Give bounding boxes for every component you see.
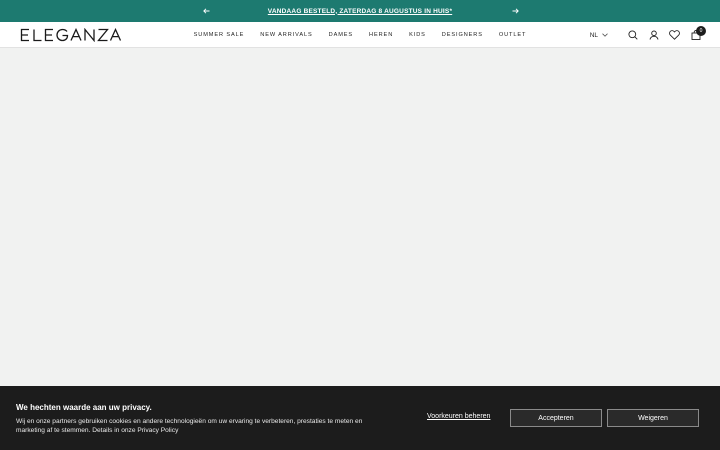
- cookie-title: We hechten waarde aan uw privacy.: [16, 403, 152, 412]
- nav-dames[interactable]: DAMES: [321, 32, 361, 38]
- language-selector[interactable]: NL: [590, 32, 608, 39]
- arrow-right-icon: [512, 8, 519, 14]
- announcement-prev-button[interactable]: [198, 0, 214, 22]
- arrow-left-icon: [202, 8, 209, 14]
- reject-cookies-button[interactable]: Weigeren: [607, 409, 699, 427]
- cart-count-badge: 0: [696, 26, 706, 36]
- announcement-message[interactable]: VANDAAG BESTELD, ZATERDAG 8 AUGUSTUS IN …: [268, 8, 452, 15]
- account-icon: [649, 30, 658, 40]
- language-label: NL: [589, 31, 598, 39]
- nav-outlet[interactable]: OUTLET: [491, 32, 534, 38]
- nav-heren[interactable]: HEREN: [361, 32, 401, 38]
- manage-preferences-link[interactable]: Voorkeuren beheren: [427, 413, 490, 420]
- wishlist-icon: [669, 30, 680, 40]
- nav-new-arrivals[interactable]: NEW ARRIVALS: [252, 32, 320, 38]
- wishlist-button[interactable]: [664, 22, 685, 48]
- cookie-text: Wij en onze partners gebruiken cookies e…: [16, 417, 386, 435]
- announcement-next-button[interactable]: [507, 0, 523, 22]
- cookie-banner: We hechten waarde aan uw privacy. Wij en…: [0, 386, 720, 450]
- chevron-down-icon: [602, 33, 608, 37]
- search-icon: [627, 30, 638, 40]
- nav-summer-sale[interactable]: SUMMER SALE: [186, 32, 253, 38]
- announcement-bar: VANDAAG BESTELD, ZATERDAG 8 AUGUSTUS IN …: [0, 0, 720, 22]
- nav-kids[interactable]: KIDS: [401, 32, 434, 38]
- header-tools: NL 0: [590, 22, 706, 48]
- cart-button[interactable]: 0: [685, 22, 706, 48]
- main-content: [0, 49, 720, 386]
- account-button[interactable]: [643, 22, 664, 48]
- nav-designers[interactable]: DESIGNERS: [434, 32, 491, 38]
- search-button[interactable]: [622, 22, 643, 48]
- site-header: SUMMER SALE NEW ARRIVALS DAMES HEREN KID…: [0, 22, 720, 48]
- cookie-description: Wij en onze partners gebruiken cookies e…: [16, 418, 363, 434]
- privacy-policy-link[interactable]: Details in onze Privacy Policy: [92, 427, 178, 434]
- accept-cookies-button[interactable]: Accepteren: [510, 409, 602, 427]
